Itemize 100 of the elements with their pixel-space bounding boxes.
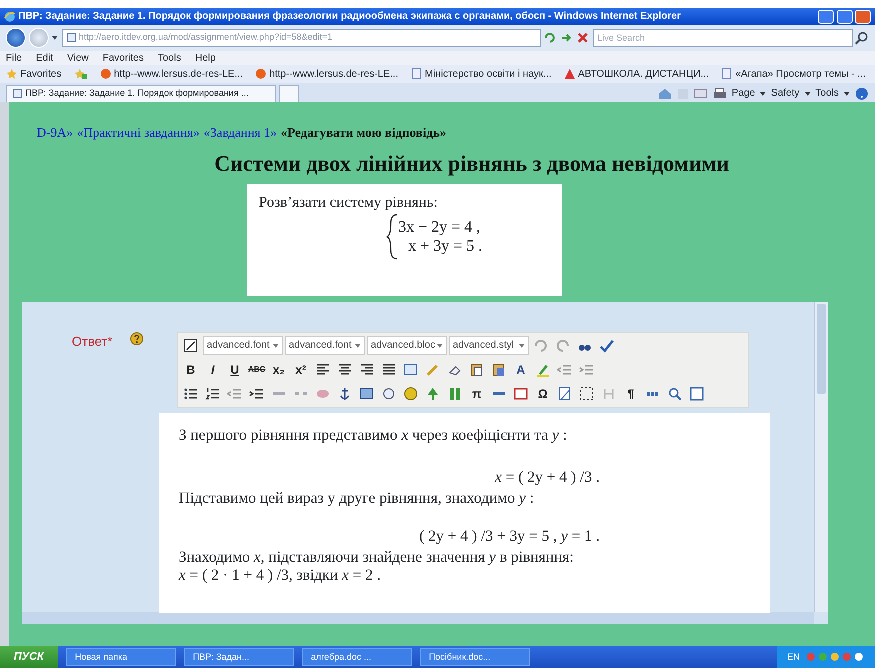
equation: x + 3y = 5 . bbox=[407, 237, 483, 256]
caret-icon bbox=[355, 343, 361, 349]
breadcrumb-link[interactable]: «Завдання 1» bbox=[204, 123, 278, 142]
font-select[interactable]: advanced.font bbox=[285, 336, 365, 355]
caret-icon bbox=[273, 343, 279, 349]
font-select[interactable]: advanced.styl bbox=[449, 336, 529, 355]
favorites-button[interactable]: Favorites bbox=[6, 66, 62, 82]
caret-icon bbox=[519, 343, 525, 349]
font-select[interactable]: advanced.font bbox=[203, 336, 283, 355]
refresh-icon[interactable] bbox=[543, 31, 557, 45]
browser-tab[interactable]: ПВР: Задание: Задание 1. Порядок формирования ... bbox=[6, 85, 276, 102]
favorite-link[interactable]: «Агапа» Просмотр темы - ... bbox=[721, 66, 866, 82]
align-left-icon[interactable] bbox=[315, 362, 331, 378]
equation: 3x − 2y = 4 , bbox=[398, 218, 482, 237]
command-menu[interactable]: Page bbox=[732, 86, 756, 101]
toolbar-button[interactable]: x² bbox=[291, 360, 311, 380]
ie-logo-icon bbox=[4, 10, 16, 22]
breadcrumb-current: «Редагувати мою відповідь» bbox=[281, 124, 447, 142]
mail-icon[interactable] bbox=[694, 88, 708, 100]
columns-icon[interactable] bbox=[447, 386, 463, 402]
answer-text: З першого рівняння представимо x через коефіцієнти та y : bbox=[179, 426, 568, 446]
answer-text: x = ( 2 · 1 + 4 ) /3, звідки x = 2 . bbox=[179, 567, 382, 586]
menu-item[interactable]: Favorites bbox=[102, 50, 144, 66]
answer-label: Ответ* bbox=[72, 332, 113, 350]
dropdown-caret-icon[interactable] bbox=[51, 34, 59, 42]
toolbar-button[interactable]: ¶ bbox=[621, 384, 641, 404]
breadcrumb-link[interactable]: «Практичні завдання» bbox=[77, 123, 200, 142]
favorite-link[interactable]: Міністерство освіти і наук... bbox=[410, 66, 552, 82]
cleanup-icon[interactable] bbox=[183, 338, 199, 354]
toolbar-button[interactable]: ABC bbox=[247, 360, 267, 380]
star-icon bbox=[6, 68, 18, 80]
magnifier-icon[interactable] bbox=[667, 386, 683, 402]
printer-icon[interactable] bbox=[712, 88, 727, 100]
menu-item[interactable]: File bbox=[6, 50, 22, 66]
favorite-link[interactable]: АВТОШКОЛА. ДИСТАНЦИ... bbox=[564, 66, 710, 82]
stop-icon[interactable] bbox=[576, 31, 590, 45]
toolbar-button[interactable]: I bbox=[203, 360, 223, 380]
taskbar-button[interactable]: ПВР: Задан... bbox=[184, 648, 294, 666]
help-icon[interactable] bbox=[855, 86, 869, 100]
media-icon[interactable] bbox=[381, 386, 397, 402]
taskbar-button[interactable]: Новая папка bbox=[66, 648, 176, 666]
document-icon[interactable] bbox=[557, 386, 573, 402]
close-button[interactable] bbox=[855, 10, 871, 24]
answer-text: Підставимо цей вираз у друге рівняння, знаходимо y : bbox=[179, 490, 536, 508]
breadcrumb-link[interactable]: D-9A» bbox=[37, 123, 74, 142]
taskbar-button[interactable]: Посібник.doc... bbox=[420, 648, 530, 666]
editor-area[interactable] bbox=[159, 412, 770, 612]
search-field[interactable]: Live Search bbox=[592, 29, 852, 47]
toolbar-button[interactable]: Ω bbox=[533, 384, 553, 404]
window-title: ПВР: Задание: Задание 1. Порядок формирования фразеологии радиообмена экипажа с органами, обосп - Windows Internet Explorer bbox=[18, 10, 682, 24]
menu-item[interactable]: View bbox=[67, 50, 89, 66]
numbered-list-icon[interactable] bbox=[205, 386, 221, 402]
paste-word-icon[interactable] bbox=[491, 362, 507, 378]
language-indicator: EN bbox=[787, 651, 800, 664]
favorite-link[interactable]: http--www.lersus.de-res-LE... bbox=[100, 66, 244, 82]
toolbar-button[interactable]: π bbox=[467, 384, 487, 404]
caret-icon bbox=[844, 90, 850, 96]
caret-icon bbox=[760, 90, 766, 96]
menu-item[interactable]: Help bbox=[195, 50, 216, 66]
toolbar-button[interactable]: x₂ bbox=[269, 360, 289, 380]
spellcheck-icon[interactable] bbox=[599, 338, 615, 354]
table-icon[interactable] bbox=[513, 386, 529, 402]
fullscreen-icon[interactable] bbox=[689, 386, 705, 402]
text-field-icon[interactable] bbox=[403, 362, 419, 378]
align-center-icon[interactable] bbox=[337, 362, 353, 378]
toolbar-button[interactable]: A bbox=[511, 360, 531, 380]
taskbar-button[interactable]: алгебра.doc ... bbox=[302, 648, 412, 666]
vertical-scrollbar[interactable] bbox=[814, 302, 828, 612]
caret-icon bbox=[804, 90, 811, 96]
page-icon bbox=[13, 89, 23, 99]
globe-icon bbox=[100, 68, 112, 80]
minimize-button[interactable] bbox=[818, 10, 834, 24]
maximize-button[interactable] bbox=[836, 10, 852, 24]
warning-icon bbox=[564, 68, 576, 80]
add-favorite-icon[interactable] bbox=[74, 68, 88, 80]
brace-icon bbox=[386, 214, 398, 260]
image-icon[interactable] bbox=[359, 386, 375, 402]
justify-icon[interactable] bbox=[381, 362, 397, 378]
dotted-frame-icon[interactable] bbox=[579, 386, 595, 402]
font-select[interactable]: advanced.bloc bbox=[367, 336, 447, 355]
back-button[interactable] bbox=[6, 28, 26, 48]
help-icon[interactable] bbox=[130, 332, 144, 346]
menu-item[interactable]: Edit bbox=[36, 50, 54, 66]
smiley-icon[interactable] bbox=[403, 386, 419, 402]
menu-item[interactable]: Tools bbox=[158, 50, 182, 66]
toolbar-button[interactable]: U bbox=[225, 360, 245, 380]
toolbar-button[interactable]: B bbox=[181, 360, 201, 380]
command-menu[interactable]: Tools bbox=[816, 86, 839, 101]
paste-icon[interactable] bbox=[469, 362, 485, 378]
answer-text: ( 2y + 4 ) /3 + 3y = 5 , y = 1 . bbox=[418, 528, 601, 547]
command-menu[interactable]: Safety bbox=[771, 86, 800, 101]
bulleted-list-icon[interactable] bbox=[183, 386, 199, 402]
answer-text: x = ( 2y + 4 ) /3 . bbox=[494, 469, 601, 488]
page-icon bbox=[66, 33, 76, 43]
page-icon bbox=[410, 68, 422, 80]
favorite-link[interactable]: http--www.lersus.de-res-LE... bbox=[255, 66, 398, 82]
search-icon[interactable] bbox=[855, 31, 869, 45]
align-right-icon[interactable] bbox=[359, 362, 375, 378]
page-icon bbox=[721, 68, 734, 80]
caret-icon bbox=[437, 343, 443, 349]
